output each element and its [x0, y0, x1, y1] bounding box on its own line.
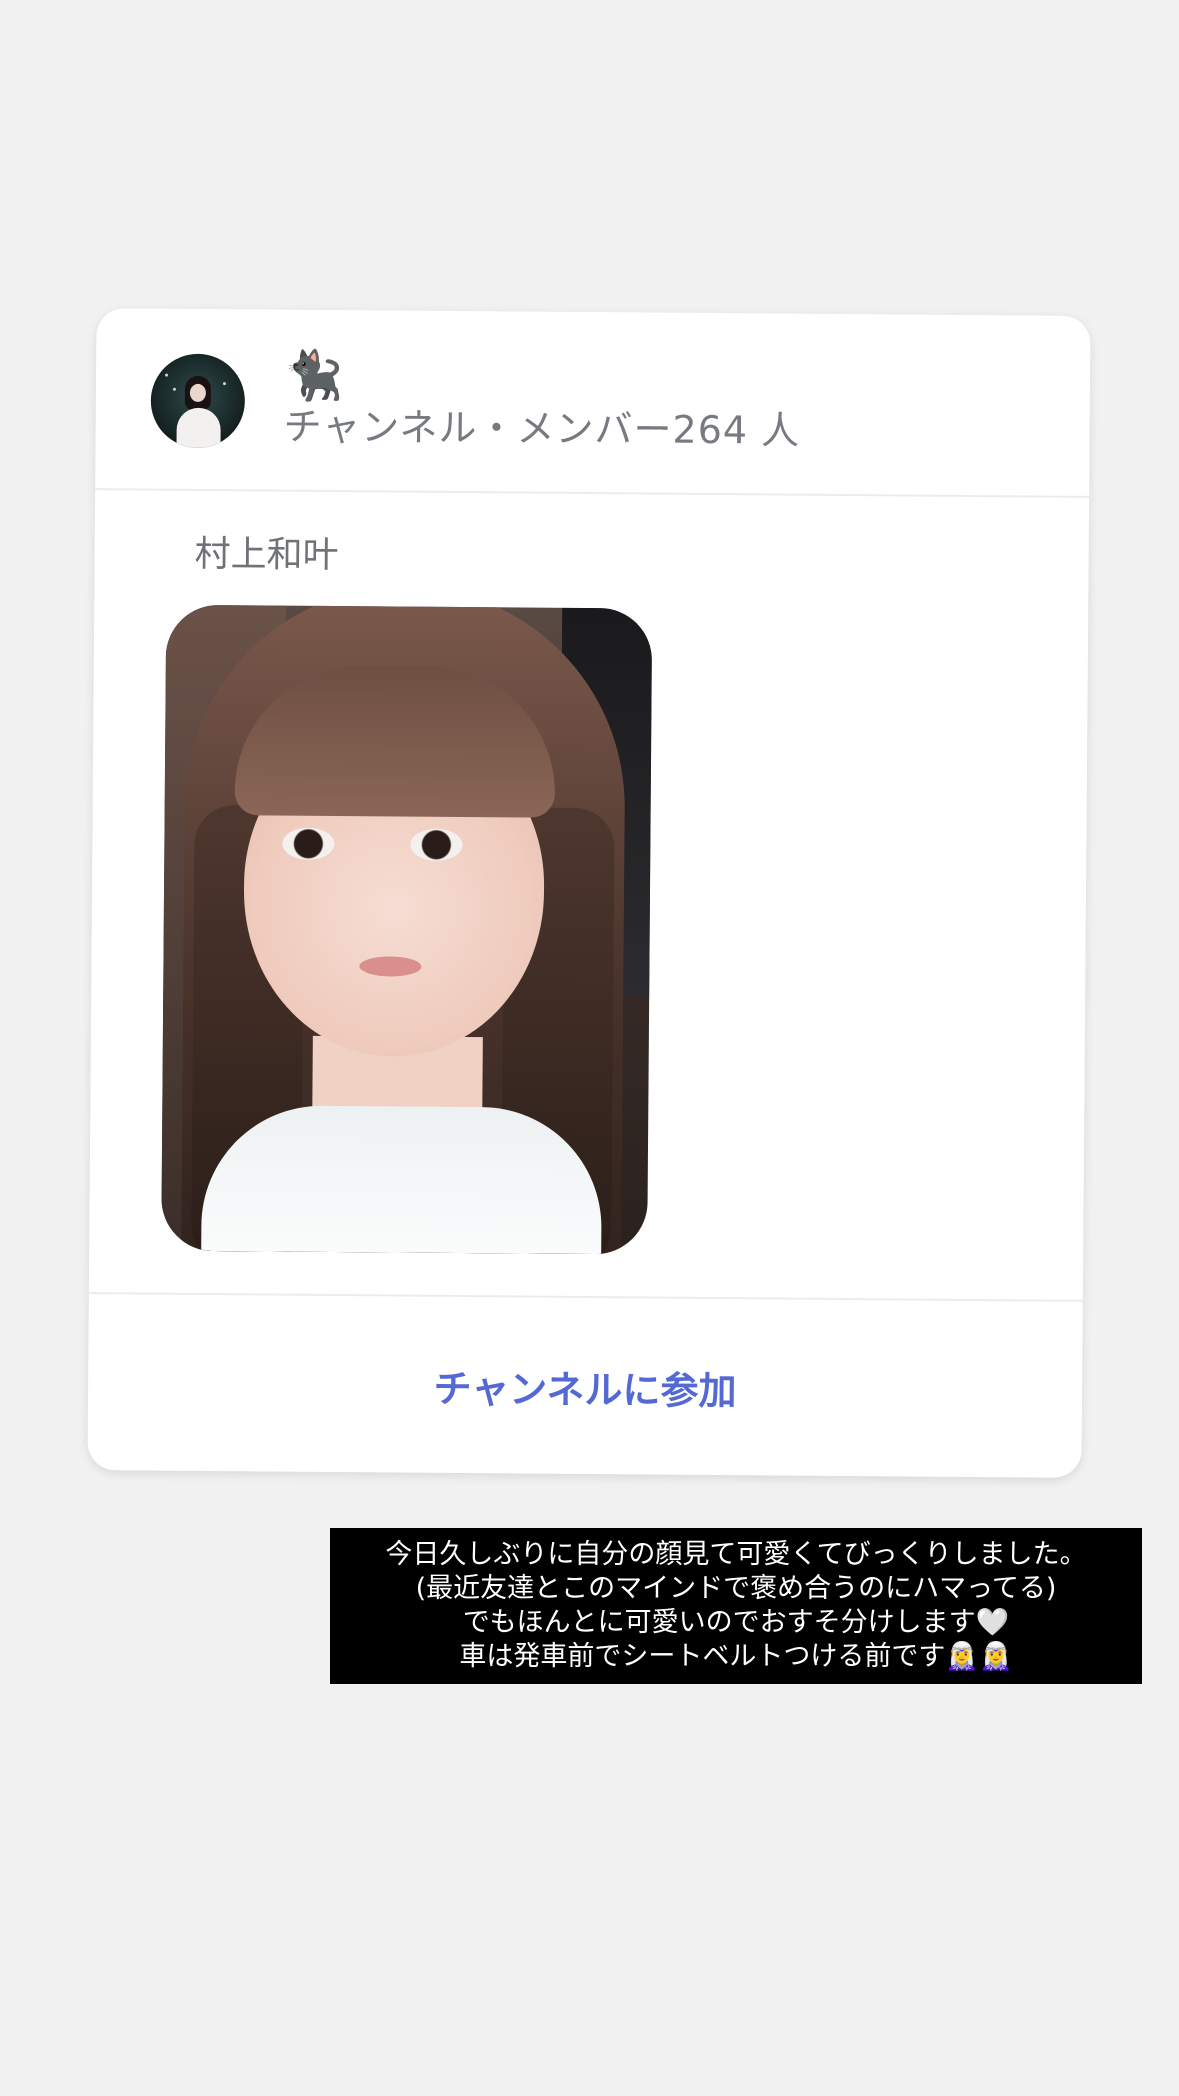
join-channel-button[interactable]: チャンネルに参加 — [87, 1294, 1082, 1478]
post-photo[interactable] — [161, 604, 653, 1255]
photo-lips — [359, 956, 422, 977]
channel-member-count: チャンネル・メンバー264 人 — [283, 404, 801, 453]
caption-line: 今日久しぶりに自分の顔見て可愛くてびっくりしました。 — [385, 1539, 1087, 1570]
avatar-light-dot — [172, 387, 176, 391]
photo-eye-right — [410, 828, 463, 862]
avatar-body — [176, 407, 221, 449]
caption-line: 車は発車前でシートベルトつける前です🧝‍♀️🧝‍♀️ — [459, 1641, 1013, 1672]
avatar-light-dot — [165, 373, 169, 377]
story-caption: 今日久しぶりに自分の顔見て可愛くてびっくりしました。 (最近友達とこのマインドで… — [330, 1528, 1142, 1684]
photo-eye-left — [282, 827, 335, 860]
avatar-light-dot — [222, 382, 227, 386]
caption-line: でもほんとに可愛いのでおすそ分けします🤍 — [462, 1607, 1010, 1638]
channel-avatar[interactable] — [150, 353, 246, 449]
channel-invite-card: 🐈‍⬛ チャンネル・メンバー264 人 村上和叶 チャンネルに参加 — [87, 308, 1091, 1478]
caption-line: (最近友達とこのマインドで褒め合うのにハマってる) — [415, 1573, 1057, 1604]
avatar-face — [189, 383, 206, 402]
photo-white-top — [200, 1104, 603, 1255]
cat-icon: 🐈‍⬛ — [283, 347, 345, 405]
channel-header: 🐈‍⬛ チャンネル・メンバー264 人 — [95, 308, 1091, 498]
post-author: 村上和叶 — [194, 533, 339, 577]
